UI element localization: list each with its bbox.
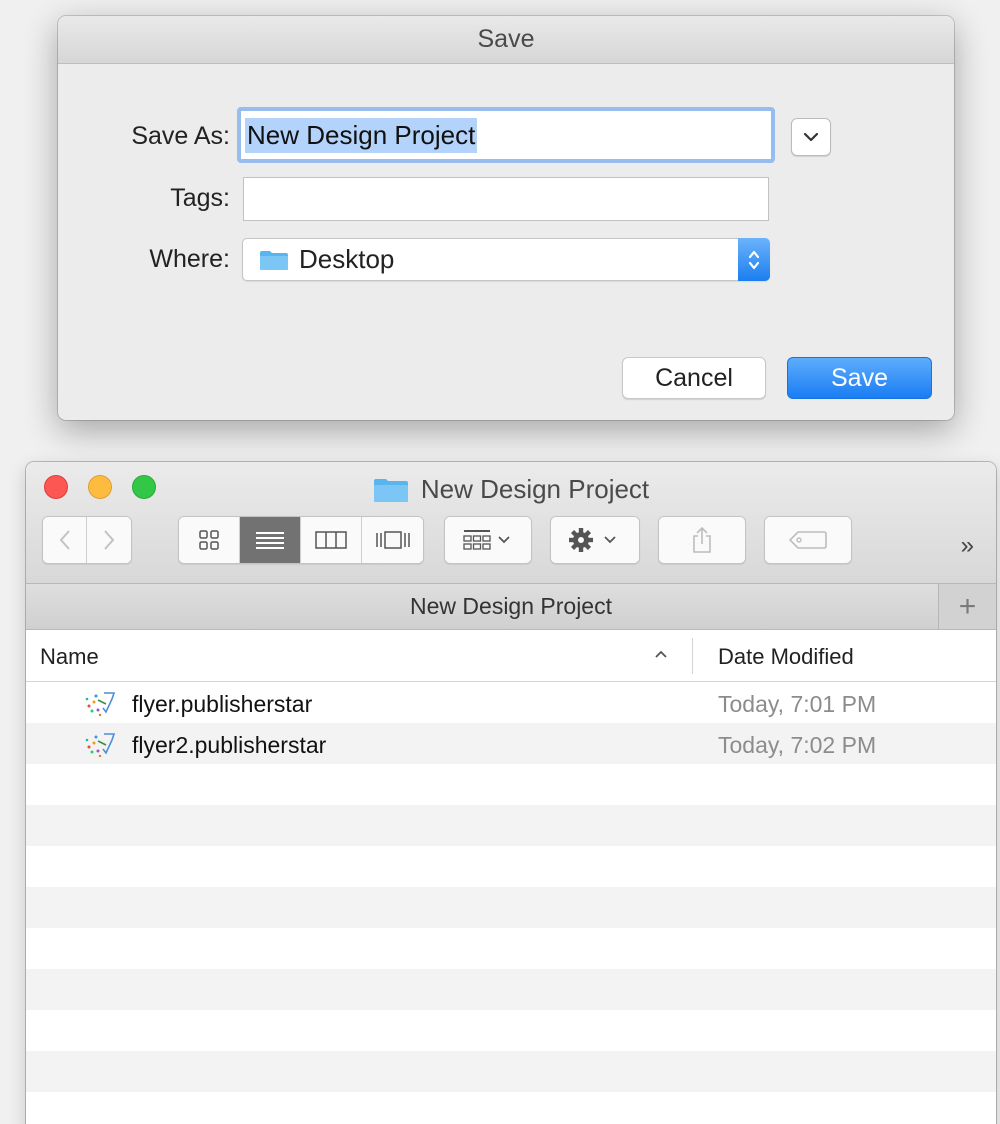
gear-icon [569, 528, 616, 552]
empty-row [26, 1051, 996, 1092]
empty-row [26, 969, 996, 1010]
cover-flow-view-button[interactable] [362, 517, 423, 563]
up-down-chevron-icon [748, 250, 760, 269]
chevron-left-icon [59, 530, 70, 550]
where-popup[interactable]: Desktop [242, 238, 770, 281]
file-row[interactable]: flyer2.publisherstar Today, 7:02 PM [26, 723, 996, 764]
empty-row [26, 805, 996, 846]
list-view-icon [256, 532, 284, 549]
cover-flow-icon [375, 531, 410, 549]
action-button-inner [551, 517, 639, 563]
expand-dialog-button[interactable] [791, 118, 831, 156]
column-view-button[interactable] [301, 517, 362, 563]
file-date-modified: Today, 7:02 PM [718, 732, 877, 758]
folder-icon [260, 250, 288, 270]
empty-row [26, 887, 996, 928]
finder-toolbar: New Design Project » [26, 462, 996, 584]
new-tab-button[interactable]: + [938, 584, 996, 629]
column-header-date-modified[interactable]: Date Modified [718, 644, 854, 670]
column-header: Name Date Modified [26, 630, 996, 682]
save-button[interactable]: Save [787, 357, 932, 399]
empty-row [26, 1010, 996, 1051]
view-mode-buttons [178, 516, 424, 564]
nav-buttons [42, 516, 132, 564]
finder-window: New Design Project » New Design Project … [26, 462, 996, 1124]
tags-label: Tags: [170, 184, 230, 212]
file-row[interactable]: flyer.publisherstar Today, 7:01 PM [26, 682, 996, 723]
chevron-right-icon [104, 530, 115, 550]
publisherstar-file-icon [85, 692, 116, 716]
save-dialog-title: Save [477, 25, 535, 53]
finder-title: New Design Project [26, 474, 996, 505]
list-view-button[interactable] [240, 517, 301, 563]
share-icon [693, 526, 711, 553]
forward-button[interactable] [87, 517, 131, 563]
column-header-name[interactable]: Name [40, 644, 99, 670]
where-value: Desktop [299, 244, 395, 274]
empty-row [26, 1092, 996, 1124]
file-name: flyer2.publisherstar [132, 732, 327, 758]
column-divider[interactable] [692, 638, 693, 674]
empty-row [26, 928, 996, 969]
sort-ascending-icon [655, 650, 667, 658]
tag-icon [788, 531, 827, 549]
save-as-label: Save As: [131, 122, 230, 150]
save-dialog-titlebar: Save [58, 16, 954, 64]
icon-view-button[interactable] [179, 517, 240, 563]
cancel-button[interactable]: Cancel [622, 357, 766, 399]
tags-button[interactable] [764, 516, 852, 564]
publisherstar-file-icon [85, 733, 116, 757]
back-button[interactable] [43, 517, 87, 563]
toolbar-overflow-button[interactable]: » [961, 532, 974, 560]
file-list: flyer.publisherstar Today, 7:01 PM flyer… [26, 682, 996, 1124]
where-stepper[interactable] [738, 238, 770, 281]
action-button[interactable] [550, 516, 640, 564]
arrange-button[interactable] [444, 516, 532, 564]
empty-row [26, 764, 996, 805]
folder-icon [373, 478, 408, 502]
finder-tab-bar: New Design Project + [26, 584, 996, 630]
save-dialog: Save Save As: New Design Project Tags: W… [58, 16, 954, 420]
icon-view-icon [199, 530, 219, 550]
tab-new-design-project[interactable]: New Design Project [410, 593, 612, 620]
share-button[interactable] [658, 516, 746, 564]
file-date-modified: Today, 7:01 PM [718, 691, 877, 717]
chevron-down-icon [803, 132, 819, 142]
file-name: flyer.publisherstar [132, 691, 313, 717]
empty-row [26, 846, 996, 887]
share-button-inner [659, 517, 745, 563]
where-label: Where: [149, 245, 230, 273]
arrange-icon [463, 530, 510, 550]
column-view-icon [315, 531, 347, 549]
finder-title-text: New Design Project [420, 474, 650, 504]
tags-input[interactable] [243, 177, 769, 221]
save-as-input[interactable]: New Design Project [237, 107, 775, 163]
save-as-value: New Design Project [245, 117, 478, 153]
arrange-button-inner [445, 517, 531, 563]
tags-button-inner [765, 517, 851, 563]
